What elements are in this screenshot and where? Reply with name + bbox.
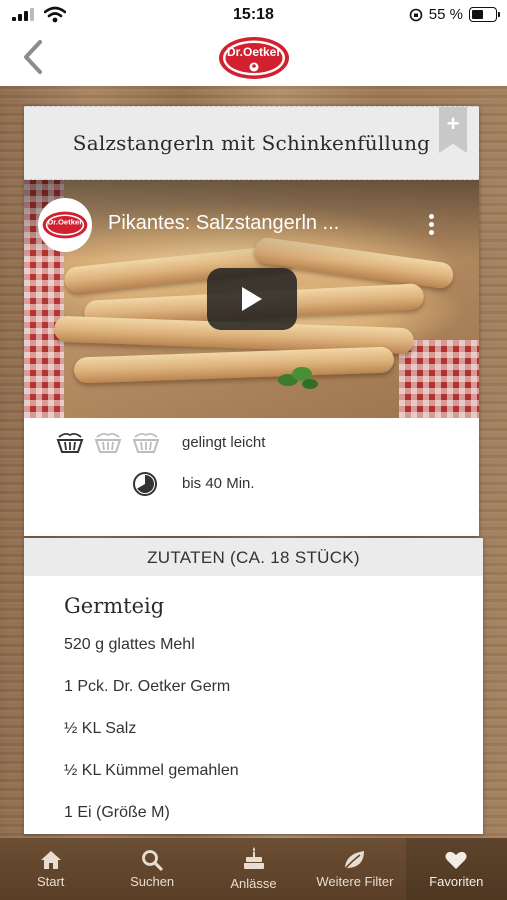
video-play-button[interactable] [207, 268, 297, 330]
baking-basket-icon [132, 432, 160, 453]
home-icon [40, 851, 61, 869]
ingredient-item: ½ KL Kümmel gemahlen [64, 762, 239, 779]
leaf-icon [344, 851, 364, 870]
status-bar: 15:18 55 % [0, 0, 507, 30]
tab-anlaesse-label: Anlässe [230, 876, 277, 891]
recipe-title-band: Salzstangerln mit Schinkenfüllung + [24, 106, 479, 180]
tab-bar: Start Suchen Anlässe Weitere Filter Favo… [0, 838, 507, 900]
svg-text:Dr.Oetker: Dr.Oetker [227, 45, 281, 59]
ingredient-item: 1 Pck. Dr. Oetker Germ [64, 678, 231, 695]
recipe-video-player[interactable]: Dr.Oetker Pikantes: Salzstangerln ... [24, 180, 479, 418]
back-button[interactable] [18, 38, 52, 76]
tab-favoriten-label: Favoriten [429, 874, 484, 889]
recipe-meta: gelingt leicht bis 40 Min. [24, 418, 479, 536]
tab-suchen-label: Suchen [130, 874, 175, 889]
video-title[interactable]: Pikantes: Salzstangerln ... [108, 212, 339, 235]
navigation-bar: Dr.Oetker [0, 30, 507, 86]
battery-icon [469, 7, 500, 22]
tab-start-label: Start [36, 874, 65, 889]
dr-oetker-logo: Dr.Oetker [219, 37, 289, 79]
recipe-title: Salzstangerln mit Schinkenfüllung [72, 131, 431, 155]
svg-text:Dr.Oetker: Dr.Oetker [48, 217, 82, 226]
baking-basket-icon [56, 432, 84, 453]
dr-oetker-channel-logo: Dr.Oetker [42, 211, 88, 239]
cake-icon [243, 847, 264, 869]
parsley-garnish [278, 367, 318, 389]
ingredient-group-title: Germteig [64, 594, 165, 618]
plus-icon: + [446, 111, 460, 136]
tab-start[interactable]: Start [0, 838, 101, 900]
channel-avatar[interactable]: Dr.Oetker [38, 198, 92, 252]
tab-suchen[interactable]: Suchen [101, 838, 202, 900]
tab-weitere-filter-label: Weitere Filter [316, 874, 394, 889]
heart-icon [445, 851, 467, 869]
duration-label: bis 40 Min. [182, 475, 255, 492]
ingredients-header-label: ZUTATEN (CA. 18 STÜCK) [147, 548, 360, 567]
ingredient-item: 1 Ei (Größe M) [64, 804, 170, 821]
ingredients-card: ZUTATEN (CA. 18 STÜCK) Germteig 520 g gl… [24, 538, 483, 834]
tab-anlaesse[interactable]: Anlässe [203, 838, 304, 900]
play-icon [242, 287, 262, 311]
video-more-options-button[interactable] [429, 214, 435, 236]
baking-basket-icon [94, 432, 122, 453]
tab-weitere-filter[interactable]: Weitere Filter [304, 838, 405, 900]
recipe-card: Salzstangerln mit Schinkenfüllung + Dr.O… [24, 106, 479, 536]
search-icon [142, 850, 163, 871]
difficulty-rating [56, 432, 160, 454]
orientation-lock-icon [409, 8, 423, 21]
ingredients-header: ZUTATEN (CA. 18 STÜCK) [24, 538, 483, 576]
difficulty-label: gelingt leicht [182, 434, 266, 451]
clock-icon [133, 472, 157, 496]
battery-percent: 55 % [428, 6, 463, 23]
ingredient-item: ½ KL Salz [64, 720, 137, 737]
ingredient-item: 520 g glattes Mehl [64, 636, 195, 653]
tab-favoriten[interactable]: Favoriten [405, 838, 507, 900]
